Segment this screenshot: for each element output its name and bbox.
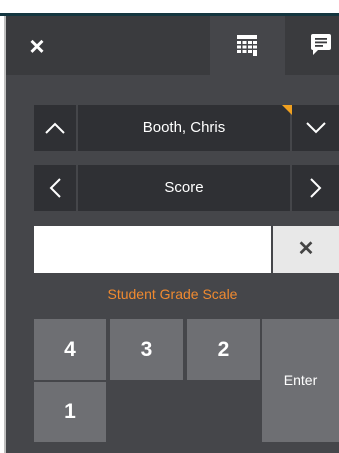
- grid-icon: [237, 35, 257, 56]
- key-label: 2: [217, 338, 230, 361]
- enter-button[interactable]: Enter: [262, 319, 339, 442]
- top-strip: [0, 0, 339, 13]
- next-field-button[interactable]: [292, 165, 339, 211]
- tab-comments[interactable]: [306, 16, 339, 75]
- score-input[interactable]: [34, 226, 271, 273]
- field-nav-row: Score: [34, 165, 339, 211]
- close-icon: ×: [29, 31, 45, 61]
- chevron-down-icon: [305, 122, 326, 134]
- enter-label: Enter: [283, 372, 318, 388]
- keypad-key-3[interactable]: 3: [110, 319, 183, 380]
- clear-score-button[interactable]: ✕: [273, 226, 339, 273]
- next-student-button[interactable]: [282, 105, 339, 151]
- field-label: Score: [164, 179, 204, 196]
- chevron-up-icon: [45, 122, 65, 134]
- previous-field-button[interactable]: [34, 165, 76, 211]
- student-name: Booth, Chris: [142, 119, 226, 136]
- key-label: 1: [64, 400, 76, 423]
- score-inspector-panel: × Booth, Chris Score ✕ Student Grade Sca…: [6, 16, 339, 453]
- key-label: 3: [140, 338, 153, 361]
- close-button[interactable]: ×: [26, 33, 48, 59]
- chevron-left-icon: [49, 178, 61, 198]
- tab-grid[interactable]: [210, 16, 285, 75]
- student-grade-scale-link[interactable]: Student Grade Scale: [6, 286, 339, 302]
- keypad-key-2[interactable]: 2: [187, 319, 260, 380]
- clear-icon: ✕: [297, 238, 315, 260]
- student-name-display[interactable]: Booth, Chris: [78, 105, 290, 151]
- keypad-key-1[interactable]: 1: [34, 382, 106, 442]
- comment-icon: [311, 34, 331, 55]
- keypad-key-4[interactable]: 4: [34, 319, 106, 380]
- key-label: 4: [64, 338, 76, 361]
- field-name-display[interactable]: Score: [78, 165, 290, 211]
- flag-marker: [282, 105, 292, 115]
- panel-tab-bar: ×: [6, 16, 339, 75]
- chevron-right-icon: [309, 178, 321, 198]
- student-nav-row: Booth, Chris: [34, 105, 339, 151]
- previous-student-button[interactable]: [34, 105, 76, 151]
